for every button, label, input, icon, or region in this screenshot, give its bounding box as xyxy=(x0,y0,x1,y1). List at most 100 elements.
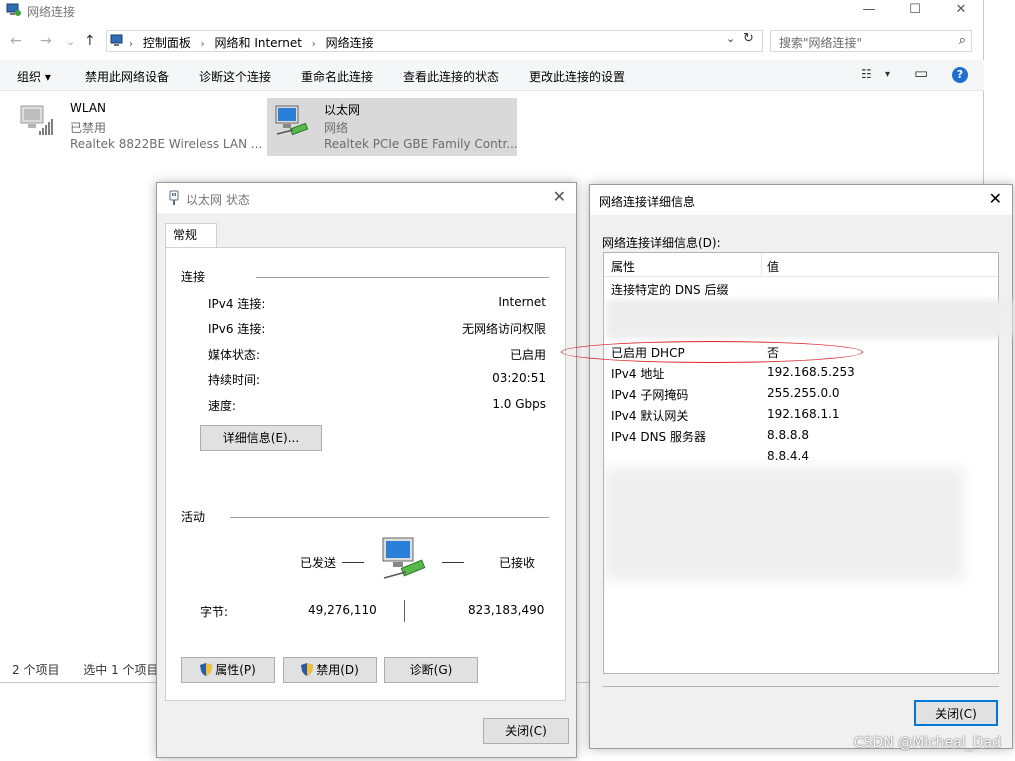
property-value: 192.168.1.1 xyxy=(767,407,840,421)
disable-button-label: 禁用(D) xyxy=(316,663,359,677)
view-dropdown-icon[interactable]: ▾ xyxy=(885,69,890,80)
address-row: ← → ⌄ ↑ › 控制面板 › 网络和 Internet › 网络连接 ⌄ ↻… xyxy=(0,29,984,55)
adapter-wlan[interactable]: WLAN 已禁用 Realtek 8822BE Wireless LAN ... xyxy=(12,98,262,156)
search-input[interactable]: 搜索"网络连接" ⌕ xyxy=(770,30,972,52)
status-dialog-title: 以太网 状态 xyxy=(186,193,250,207)
wireless-adapter-icon xyxy=(20,105,53,135)
uac-shield-icon xyxy=(200,663,213,676)
list-item[interactable]: IPv4 地址 192.168.5.253 xyxy=(604,363,998,383)
diagnose-button[interactable]: 诊断(G) xyxy=(384,657,478,683)
diagnose-connection-command[interactable]: 诊断这个连接 xyxy=(199,68,271,85)
explorer-titlebar: 网络连接 — ☐ ✕ xyxy=(0,0,983,22)
list-item[interactable]: 已启用 DHCP 否 xyxy=(604,342,998,362)
up-arrow-icon[interactable]: ↑ xyxy=(84,33,96,49)
connection-group-divider xyxy=(256,277,549,278)
selected-count: 选中 1 个项目 xyxy=(83,663,159,677)
disable-device-command[interactable]: 禁用此网络设备 xyxy=(85,68,169,85)
close-window-button[interactable]: ✕ xyxy=(938,0,984,22)
change-view-icon[interactable]: ☷ xyxy=(861,67,872,81)
list-item[interactable]: 连接特定的 DNS 后缀 xyxy=(604,279,998,299)
row-key: 速度: xyxy=(208,399,237,413)
rename-connection-command[interactable]: 重命名此连接 xyxy=(301,68,373,85)
status-close-button[interactable]: 关闭(C) xyxy=(483,718,569,744)
row-value: 已启用 xyxy=(509,348,546,362)
status-dialog-close-icon[interactable]: ✕ xyxy=(553,187,566,206)
change-settings-command[interactable]: 更改此连接的设置 xyxy=(529,68,625,85)
recent-locations-icon[interactable]: ⌄ xyxy=(66,35,75,48)
property-value: 192.168.5.253 xyxy=(767,365,855,379)
breadcrumb-network-connections[interactable]: 网络连接 xyxy=(326,36,374,50)
search-icon[interactable]: ⌕ xyxy=(959,33,966,48)
details-dialog-titlebar: 网络连接详细信息 ✕ xyxy=(590,185,1012,215)
details-list-header: 属性 值 xyxy=(604,253,998,277)
received-label: 已接收 xyxy=(499,556,536,570)
connection-details-dialog: 网络连接详细信息 ✕ 网络连接详细信息(D): 属性 值 连接特定的 DNS 后… xyxy=(589,184,1013,749)
adapter-device: Realtek 8822BE Wireless LAN ... xyxy=(70,137,263,151)
properties-button-label: 属性(P) xyxy=(215,663,256,677)
details-close-button[interactable]: 关闭(C) xyxy=(914,700,998,726)
breadcrumb-network-internet[interactable]: 网络和 Internet xyxy=(215,36,302,50)
details-button[interactable]: 详细信息(E)... xyxy=(200,425,322,451)
explorer-title: 网络连接 xyxy=(27,5,76,19)
activity-group-title: 活动 xyxy=(181,510,206,524)
details-dialog-title: 网络连接详细信息 xyxy=(599,195,696,209)
tab-general[interactable]: 常规 xyxy=(165,223,217,248)
redacted-area xyxy=(608,301,1013,336)
details-divider xyxy=(603,686,999,687)
list-item[interactable]: IPv4 子网掩码 255.255.0.0 xyxy=(604,384,998,404)
status-row-ipv6: IPv6 连接: 无网络访问权限 xyxy=(208,320,546,338)
preview-pane-icon[interactable]: ▭ xyxy=(914,64,928,82)
bytes-received-value: 823,183,490 xyxy=(468,603,545,617)
list-item[interactable]: IPv4 默认网关 192.168.1.1 xyxy=(604,405,998,425)
row-key: IPv4 连接: xyxy=(208,297,266,311)
connection-group-title: 连接 xyxy=(181,270,206,284)
property-key: IPv4 DNS 服务器 xyxy=(611,430,706,444)
details-dialog-close-icon[interactable]: ✕ xyxy=(989,189,1002,208)
row-value: 1.0 Gbps xyxy=(492,397,546,411)
breadcrumb-separator: › xyxy=(200,39,205,50)
help-icon[interactable]: ? xyxy=(952,67,968,83)
activity-group-divider xyxy=(230,517,549,518)
column-property[interactable]: 属性 xyxy=(611,258,635,275)
breadcrumb-separator: › xyxy=(311,39,316,50)
item-count: 2 个项目 xyxy=(12,663,60,677)
list-item[interactable]: 8.8.4.4 xyxy=(604,447,998,467)
sent-line xyxy=(342,562,364,563)
list-item[interactable]: IPv4 DNS 服务器 8.8.8.8 xyxy=(604,426,998,446)
organize-menu[interactable]: 组织 ▾ xyxy=(17,68,51,85)
view-status-command[interactable]: 查看此连接的状态 xyxy=(403,68,499,85)
address-bar[interactable]: › 控制面板 › 网络和 Internet › 网络连接 xyxy=(106,30,763,52)
row-key: IPv6 连接: xyxy=(208,322,266,336)
row-key: 持续时间: xyxy=(208,373,261,387)
status-row-duration: 持续时间: 03:20:51 xyxy=(208,371,546,389)
maximize-button[interactable]: ☐ xyxy=(892,0,938,22)
properties-button[interactable]: 属性(P) xyxy=(181,657,275,683)
control-panel-icon xyxy=(110,34,123,46)
status-dialog-titlebar: 以太网 状态 ✕ xyxy=(157,183,576,213)
property-key: 连接特定的 DNS 后缀 xyxy=(611,283,729,297)
ethernet-adapter-icon xyxy=(275,105,309,136)
column-separator[interactable] xyxy=(761,253,762,277)
breadcrumb: › 控制面板 › 网络和 Internet › 网络连接 xyxy=(129,34,380,51)
command-bar: 组织 ▾ 禁用此网络设备 诊断这个连接 重命名此连接 查看此连接的状态 更改此连… xyxy=(0,60,984,91)
status-row-media: 媒体状态: 已启用 xyxy=(208,346,546,364)
property-key: IPv4 地址 xyxy=(611,367,665,381)
row-value: Internet xyxy=(498,295,546,309)
address-dropdown-icon[interactable]: ⌄ xyxy=(726,32,735,45)
minimize-button[interactable]: — xyxy=(846,0,892,22)
column-value[interactable]: 值 xyxy=(767,258,779,275)
forward-arrow-icon[interactable]: → xyxy=(40,33,52,49)
property-value: 255.255.0.0 xyxy=(767,386,840,400)
adapter-name: WLAN xyxy=(70,101,107,115)
breadcrumb-control-panel[interactable]: 控制面板 xyxy=(143,36,191,50)
back-arrow-icon[interactable]: ← xyxy=(10,33,22,49)
ethernet-status-dialog: 以太网 状态 ✕ 常规 连接 IPv4 连接: Internet IPv6 连接… xyxy=(156,182,577,758)
search-placeholder: 搜索"网络连接" xyxy=(779,36,863,50)
disable-button[interactable]: 禁用(D) xyxy=(283,657,377,683)
status-bar: 2 个项目 选中 1 个项目 xyxy=(12,661,179,678)
property-value: 8.8.4.4 xyxy=(767,449,809,463)
property-value: 8.8.8.8 xyxy=(767,428,809,442)
details-heading: 网络连接详细信息(D): xyxy=(602,236,721,250)
refresh-icon[interactable]: ↻ xyxy=(743,31,754,46)
adapter-ethernet[interactable]: 以太网 网络 Realtek PCIe GBE Family Contr... xyxy=(267,98,518,156)
